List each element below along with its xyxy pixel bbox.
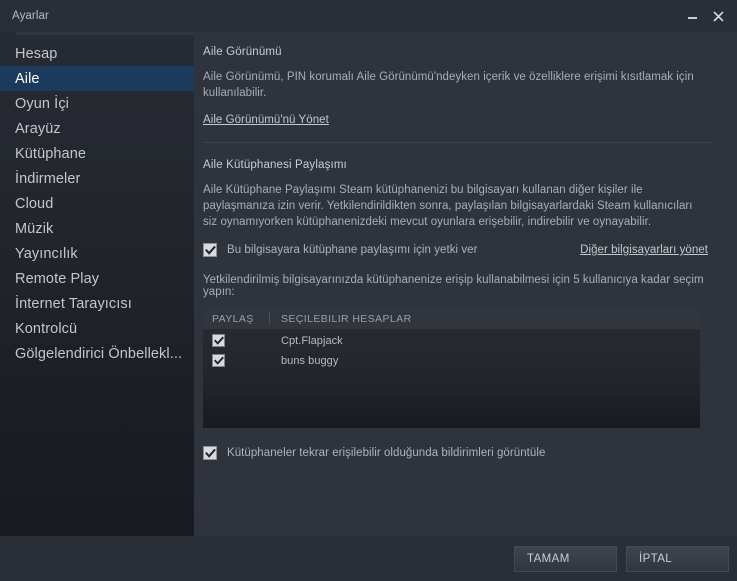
cancel-button[interactable]: İPTAL <box>626 545 729 572</box>
sidebar-item-label: Oyun İçi <box>15 95 69 112</box>
window-body: Hesap Aile Oyun İçi Arayüz Kütüphane İnd… <box>0 32 737 536</box>
row-account-name: Cpt.Flapjack <box>281 334 343 347</box>
shared-accounts-table[interactable]: PAYLAŞ SEÇILEBILIR HESAPLAR Cpt.Flapjack <box>203 308 700 428</box>
library-sharing-description: Aile Kütüphane Paylaşımı Steam kütüphane… <box>203 184 693 228</box>
sidebar-item-remote-play[interactable]: Remote Play <box>0 266 194 291</box>
authorize-sharing-label: Bu bilgisayara kütüphane paylaşımı için … <box>227 244 478 256</box>
sidebar-item-label: Gölgelendirici Önbellekl... <box>15 345 183 362</box>
table-row[interactable]: Cpt.Flapjack <box>203 332 700 349</box>
sidebar-item-golgelendirici-onbellek[interactable]: Gölgelendirici Önbellekl... <box>0 341 194 366</box>
column-header-share: PAYLAŞ <box>212 312 254 325</box>
family-view-title: Aile Görünümü <box>203 46 282 58</box>
settings-content-panel: Aile Görünümü Aile Görünümü, PIN korumal… <box>194 32 737 536</box>
column-header-accounts: SEÇILEBILIR HESAPLAR <box>281 312 412 325</box>
sidebar-list: Hesap Aile Oyun İçi Arayüz Kütüphane İnd… <box>0 36 194 366</box>
sidebar-item-internet-tarayicisi[interactable]: İnternet Tarayıcısı <box>0 291 194 316</box>
settings-window: Ayarlar Hesap Aile Oyun İçi Arayüz Kütüp… <box>0 0 737 581</box>
sidebar-item-label: Kontrolcü <box>15 320 78 337</box>
sidebar-item-kutuphane[interactable]: Kütüphane <box>0 141 194 166</box>
sidebar-item-cloud[interactable]: Cloud <box>0 191 194 216</box>
account-selection-hint: Yetkilendirilmiş bilgisayarınızda kütüph… <box>203 274 704 298</box>
row-share-checkbox[interactable] <box>212 354 225 367</box>
sidebar-item-indirmeler[interactable]: İndirmeler <box>0 166 194 191</box>
authorize-sharing-row: Bu bilgisayara kütüphane paylaşımı için … <box>203 243 708 257</box>
settings-sidebar: Hesap Aile Oyun İçi Arayüz Kütüphane İnd… <box>0 32 194 536</box>
title-bar: Ayarlar <box>0 0 737 32</box>
sidebar-item-kontrolcu[interactable]: Kontrolcü <box>0 316 194 341</box>
sidebar-item-yayincilik[interactable]: Yayıncılık <box>0 241 194 266</box>
sidebar-item-label: Yayıncılık <box>15 245 78 262</box>
sidebar-item-arayuz[interactable]: Arayüz <box>0 116 194 141</box>
row-share-cell <box>203 354 269 367</box>
sidebar-item-label: İndirmeler <box>15 170 81 187</box>
notify-availability-checkbox[interactable] <box>203 446 217 460</box>
sidebar-item-label: Aile <box>15 70 40 87</box>
sidebar-item-label: Hesap <box>15 45 58 62</box>
row-account-name: buns buggy <box>281 354 339 367</box>
family-view-description: Aile Görünümü, PIN korumalı Aile Görünüm… <box>203 71 694 99</box>
sidebar-item-oyun-ici[interactable]: Oyun İçi <box>0 91 194 116</box>
sidebar-item-hesap[interactable]: Hesap <box>0 41 194 66</box>
row-share-cell <box>203 334 269 347</box>
table-header: PAYLAŞ SEÇILEBILIR HESAPLAR <box>203 308 700 329</box>
authorize-sharing-checkbox[interactable] <box>203 243 217 257</box>
manage-family-view-link[interactable]: Aile Görünümü'nü Yönet <box>203 114 329 126</box>
window-title: Ayarlar <box>12 10 49 23</box>
notify-availability-label: Kütüphaneler tekrar erişilebilir olduğun… <box>227 447 546 459</box>
ok-button[interactable]: TAMAM <box>514 545 617 572</box>
sidebar-item-muzik[interactable]: Müzik <box>0 216 194 241</box>
section-divider <box>203 142 713 143</box>
library-sharing-title: Aile Kütüphanesi Paylaşımı <box>203 159 347 171</box>
sidebar-item-aile[interactable]: Aile <box>0 66 194 91</box>
sidebar-item-label: Kütüphane <box>15 145 87 162</box>
sidebar-item-label: Cloud <box>15 195 54 212</box>
notify-availability-row: Kütüphaneler tekrar erişilebilir olduğun… <box>203 446 713 460</box>
sidebar-item-label: Remote Play <box>15 270 100 287</box>
dialog-footer: TAMAM İPTAL <box>0 536 737 581</box>
sidebar-item-label: İnternet Tarayıcısı <box>15 295 132 312</box>
manage-other-computers-link[interactable]: Diğer bilgisayarları yönet <box>580 244 708 256</box>
sidebar-item-label: Müzik <box>15 220 54 237</box>
close-icon[interactable] <box>705 4 731 28</box>
row-share-checkbox[interactable] <box>212 334 225 347</box>
content-inner: Aile Görünümü Aile Görünümü, PIN korumal… <box>203 46 713 460</box>
table-row[interactable]: buns buggy <box>203 352 700 369</box>
sidebar-item-label: Arayüz <box>15 120 61 137</box>
minimize-icon[interactable] <box>679 4 705 28</box>
